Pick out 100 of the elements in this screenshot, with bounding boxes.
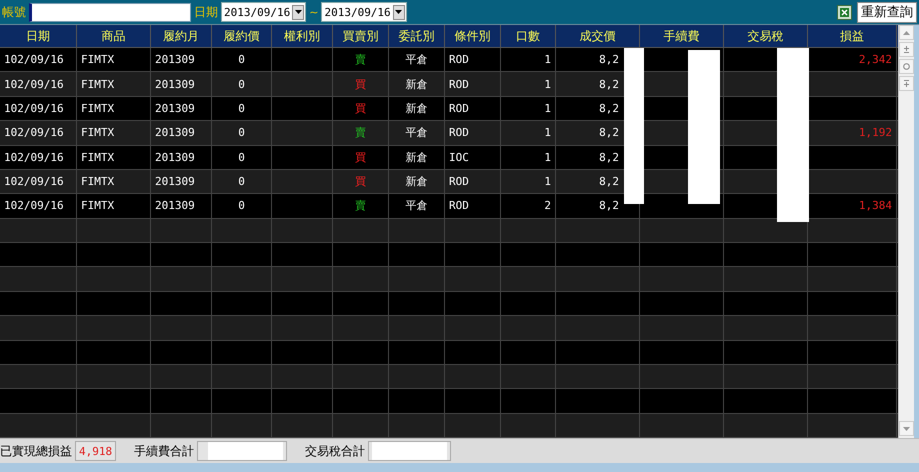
table-cell: ROD xyxy=(449,126,469,140)
realized-pnl-field: 4,918 xyxy=(75,441,116,461)
table-cell: ROD xyxy=(449,102,469,115)
table-cell: ROD xyxy=(449,53,469,66)
table-cell: 新倉 xyxy=(406,150,428,165)
table-cell: 102/09/16 xyxy=(4,78,64,91)
table-cell: 0 xyxy=(238,126,245,140)
requery-button[interactable]: 重新查詢 xyxy=(857,2,917,22)
table-cell: 201309 xyxy=(155,78,195,91)
account-field[interactable] xyxy=(29,2,191,22)
table-cell: 買 xyxy=(355,150,366,165)
scroll-page-button[interactable] xyxy=(899,42,914,57)
table-cell: 201309 xyxy=(155,53,195,66)
table-cell: 賣 xyxy=(355,198,366,214)
column-header: 履約價 xyxy=(212,25,272,47)
date-to-dropdown[interactable]: 2013/09/16 xyxy=(321,2,407,22)
table-cell: 0 xyxy=(238,53,245,66)
table-cell: 新倉 xyxy=(406,174,428,190)
table-cell: 1,192 xyxy=(858,126,892,140)
table-cell: 平倉 xyxy=(406,125,428,140)
column-header: 口數 xyxy=(501,25,556,47)
column-header: 商品 xyxy=(77,25,151,47)
scroll-page-button[interactable] xyxy=(899,76,914,91)
table-cell: FIMTX xyxy=(81,175,114,188)
table-cell: 平倉 xyxy=(406,52,428,68)
table-cell: 201309 xyxy=(155,102,195,115)
column-header: 買賣別 xyxy=(333,25,389,47)
table-cell: 8,2 xyxy=(599,78,619,91)
table-cell: FIMTX xyxy=(81,102,114,115)
table-cell: 102/09/16 xyxy=(4,199,64,212)
table-cell: 新倉 xyxy=(406,76,428,92)
scroll-thumb[interactable] xyxy=(899,59,914,74)
fee-total-label: 手續費合計 xyxy=(134,442,194,460)
table-cell: 201309 xyxy=(155,199,195,212)
plus-minus-icon xyxy=(903,46,910,53)
table-cell: 買 xyxy=(355,76,366,92)
column-header: 成交價 xyxy=(556,25,640,47)
column-header: 委託別 xyxy=(389,25,445,47)
table-cell: 1 xyxy=(544,126,551,140)
table-cell: 102/09/16 xyxy=(4,53,64,66)
table-cell: 201309 xyxy=(155,150,195,164)
table-cell: FIMTX xyxy=(81,78,114,91)
column-header: 交易稅 xyxy=(724,25,808,47)
table-cell: 1,384 xyxy=(858,199,892,212)
circle-icon xyxy=(903,63,910,70)
table-cell: 平倉 xyxy=(406,198,428,214)
table-cell: 8,2 xyxy=(599,199,619,212)
table-cell: 1 xyxy=(544,102,551,115)
table-cell: 1 xyxy=(544,175,551,188)
table-cell: 賣 xyxy=(355,125,366,140)
table-cell: 102/09/16 xyxy=(4,150,64,164)
table-cell: 102/09/16 xyxy=(4,175,64,188)
caret-icon xyxy=(294,10,302,14)
column-header: 履約月 xyxy=(151,25,212,47)
table-cell: FIMTX xyxy=(81,150,114,164)
table-cell: 2,342 xyxy=(858,53,892,66)
table-cell: 0 xyxy=(238,150,245,164)
table-cell: 2 xyxy=(544,199,551,212)
scroll-down-button[interactable] xyxy=(899,421,914,436)
scroll-up-button[interactable] xyxy=(899,25,914,40)
column-header: 損益 xyxy=(808,25,897,47)
column-header: 手續費 xyxy=(640,25,724,47)
down-arrow-icon xyxy=(903,426,910,430)
table-cell: FIMTX xyxy=(81,199,114,212)
table-cell: FIMTX xyxy=(81,53,114,66)
up-arrow-icon xyxy=(903,30,910,34)
table-cell: 8,2 xyxy=(599,102,619,115)
table-cell: 102/09/16 xyxy=(4,126,64,140)
table-cell: 8,2 xyxy=(599,126,619,140)
account-label: 帳號 xyxy=(2,4,26,20)
date-label: 日期 xyxy=(194,4,218,20)
caret-icon xyxy=(395,10,402,14)
date-from-dropdown[interactable]: 2013/09/16 xyxy=(221,2,306,22)
table-cell: 8,2 xyxy=(599,175,619,188)
table-cell: 賣 xyxy=(355,52,366,68)
table-cell: 201309 xyxy=(155,175,195,188)
table-cell: 1 xyxy=(544,78,551,91)
table-cell: FIMTX xyxy=(81,126,114,140)
table-cell: 0 xyxy=(238,175,245,188)
table-cell: ROD xyxy=(449,199,469,212)
table-cell: 0 xyxy=(238,78,245,91)
table-cell: ROD xyxy=(449,175,469,188)
table-cell: 0 xyxy=(238,102,245,115)
table-cell: 1 xyxy=(544,150,551,164)
table-cell: 買 xyxy=(355,100,366,116)
table-cell: IOC xyxy=(449,150,469,164)
table-cell: 1 xyxy=(544,53,551,66)
table-cell: ROD xyxy=(449,78,469,91)
table-cell: 102/09/16 xyxy=(4,102,64,115)
column-header: 條件別 xyxy=(445,25,501,47)
table-cell: 201309 xyxy=(155,126,195,140)
table-cell: 買 xyxy=(355,174,366,190)
column-header: 權利別 xyxy=(272,25,333,47)
realized-pnl-label: 已實現總損益 xyxy=(0,442,72,460)
tax-total-label: 交易稅合計 xyxy=(305,442,366,460)
spreadsheet-icon[interactable] xyxy=(837,4,852,20)
table-cell: 新倉 xyxy=(406,100,428,116)
minus-plus-icon xyxy=(903,80,910,87)
table-cell: 8,2 xyxy=(599,150,619,164)
column-header: 日期 xyxy=(0,25,77,47)
